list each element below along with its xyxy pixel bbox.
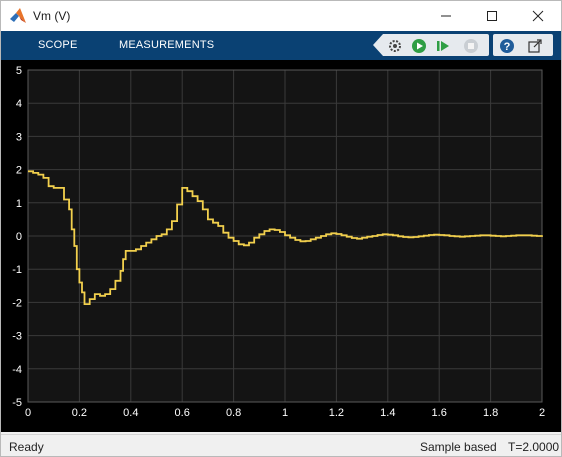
settings-gear-icon[interactable] <box>387 38 403 54</box>
undock-icon[interactable] <box>527 38 543 54</box>
y-tick-label: -1 <box>12 264 22 276</box>
y-tick-label: 2 <box>16 165 22 177</box>
simulation-controls <box>373 34 489 56</box>
matlab-logo-icon <box>10 8 26 23</box>
y-tick-label: 1 <box>16 198 22 210</box>
y-tick-label: -3 <box>12 331 22 343</box>
x-tick-label: 1.8 <box>483 407 498 419</box>
status-time: T=2.0000 <box>508 440 560 454</box>
y-tick-label: -2 <box>12 297 22 309</box>
x-tick-label: 1 <box>282 407 288 419</box>
help-controls: ? <box>493 34 553 56</box>
maximize-icon <box>487 11 497 21</box>
window-title: Vm (V) <box>33 9 71 23</box>
tab-scope[interactable]: SCOPE <box>38 39 78 51</box>
stop-icon[interactable] <box>463 38 479 54</box>
toolstrip: SCOPE MEASUREMENTS ? <box>1 31 561 60</box>
scope-display: 0 0.2 0.4 0.6 0.8 1 1.2 1.4 1.6 1.8 2 5 4 3 2 1 0 -1 -2 -3 -… <box>1 60 561 432</box>
x-tick-label: 0.2 <box>72 407 87 419</box>
minimize-button[interactable] <box>423 1 469 31</box>
x-tick-label: 2 <box>539 407 545 419</box>
x-tick-label: 0.8 <box>226 407 241 419</box>
status-ready: Ready <box>9 440 44 454</box>
y-tick-label: 5 <box>16 65 22 77</box>
close-button[interactable] <box>515 1 561 31</box>
maximize-button[interactable] <box>469 1 515 31</box>
run-icon[interactable] <box>411 38 427 54</box>
svg-text:?: ? <box>504 41 511 53</box>
title-bar: Vm (V) <box>1 1 561 31</box>
y-tick-label: -4 <box>12 364 22 376</box>
scope-window: Vm (V) SCOPE MEASUREMENTS ? 0 0.2 0.4 0.… <box>0 0 562 457</box>
y-tick-label: 4 <box>16 98 22 110</box>
status-bar: Ready Sample based T=2.0000 <box>1 434 561 456</box>
close-icon <box>532 10 544 22</box>
help-icon[interactable]: ? <box>499 38 515 54</box>
step-forward-icon[interactable] <box>435 38 451 54</box>
minimize-icon <box>441 15 451 17</box>
scope-plot[interactable]: 0 0.2 0.4 0.6 0.8 1 1.2 1.4 1.6 1.8 2 5 4 3 2 1 0 -1 -2 -3 -… <box>1 60 561 432</box>
x-tick-label: 0 <box>25 407 31 419</box>
x-tick-label: 1.4 <box>380 407 395 419</box>
y-tick-label: -5 <box>12 397 22 409</box>
x-tick-label: 1.2 <box>329 407 344 419</box>
tab-measurements[interactable]: MEASUREMENTS <box>119 39 214 51</box>
y-tick-label: 0 <box>16 231 22 243</box>
x-tick-label: 0.6 <box>175 407 190 419</box>
status-sample-mode: Sample based <box>420 440 497 454</box>
x-tick-label: 0.4 <box>123 407 138 419</box>
x-tick-label: 1.6 <box>432 407 447 419</box>
y-tick-label: 3 <box>16 131 22 143</box>
